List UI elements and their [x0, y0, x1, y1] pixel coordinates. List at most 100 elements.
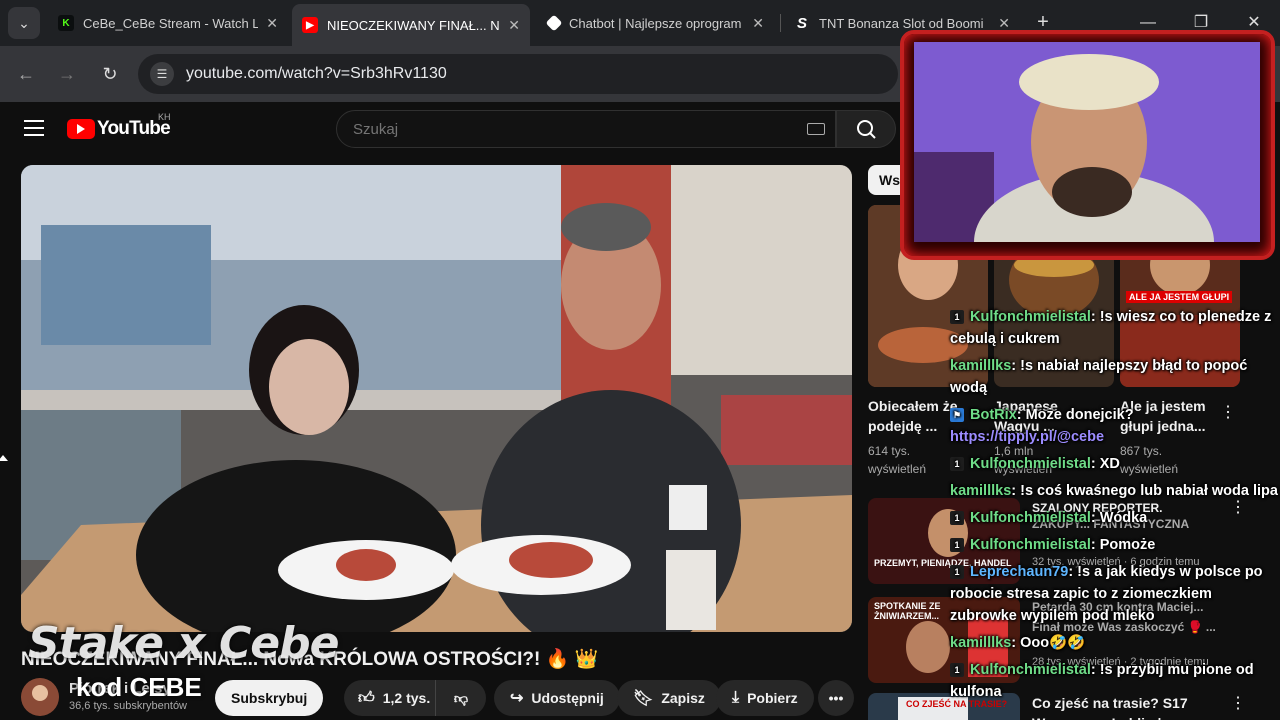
streamer-webcam-overlay: [900, 30, 1275, 260]
subscriber-badge-icon: 1: [950, 310, 964, 324]
forward-arrow-icon[interactable]: →: [54, 61, 80, 87]
video-player[interactable]: [21, 165, 852, 632]
thumbs-down-icon: 👎︎: [453, 689, 469, 706]
mouse-cursor: [0, 455, 8, 461]
short-views: 614 tys.: [868, 444, 911, 458]
chat-username[interactable]: BotRix: [970, 407, 1017, 423]
search-button[interactable]: [836, 110, 896, 148]
close-icon[interactable]: ✕: [752, 15, 764, 32]
tab-search-button[interactable]: ⌄: [8, 7, 40, 39]
close-icon[interactable]: ✕: [266, 15, 278, 32]
kick-icon: K: [58, 15, 74, 31]
share-button[interactable]: ↪ Udostępnij: [494, 680, 620, 716]
chat-username[interactable]: Leprechaun79: [970, 564, 1068, 580]
video-frame: [21, 165, 852, 632]
save-button[interactable]: 🔖︎ Zapisz: [617, 680, 721, 716]
chat-username[interactable]: kamilllks: [950, 635, 1011, 651]
more-horizontal-icon: •••: [828, 690, 844, 706]
webcam-video: [914, 42, 1260, 242]
chatbot-icon: [545, 14, 563, 32]
save-label: Zapisz: [661, 690, 705, 706]
chat-link[interactable]: https://tipply.pl/@cebe: [950, 429, 1104, 445]
subscriber-badge-icon: 1: [950, 565, 964, 579]
download-button[interactable]: ⤓ Pobierz: [716, 680, 814, 716]
stream-chat-overlay: 1 Kulfonchmielistal: !s wiesz co to plene…: [950, 306, 1280, 708]
chat-message: 1 Kulfonchmielistal: !s wiesz co to plene…: [950, 306, 1280, 350]
chevron-down-icon: ⌄: [18, 14, 30, 31]
tab-title: Chatbot | Najlepsze oprogram: [569, 15, 742, 31]
search-input[interactable]: [353, 120, 807, 138]
close-icon[interactable]: ✕: [998, 15, 1010, 32]
chat-message: 1 Kulfonchmielistal: !s przybij mu pione …: [950, 659, 1280, 703]
youtube-logo[interactable]: YouTube: [67, 118, 171, 140]
region-code: KH: [158, 112, 171, 122]
youtube-play-icon: [67, 119, 95, 139]
tab-kick-stream[interactable]: K CeBe_CeBe Stream - Watch L ✕: [48, 6, 288, 40]
like-count: 1,2 tys.: [382, 690, 431, 706]
bot-badge-icon: ⚑: [950, 408, 964, 422]
avatar-image: [21, 678, 59, 716]
back-arrow-icon[interactable]: ←: [13, 61, 39, 87]
chat-text: : !s coś kwaśnego lub nabiał woda lipa: [1011, 483, 1278, 499]
like-dislike-group: 👍︎ 1,2 tys. 👎︎: [344, 680, 486, 716]
more-actions-button[interactable]: •••: [818, 680, 854, 716]
screen: ⌄ K CeBe_CeBe Stream - Watch L ✕ ▶ NIEOC…: [0, 0, 1280, 720]
chat-username[interactable]: kamilllks: [950, 358, 1011, 374]
tab-title: CeBe_CeBe Stream - Watch L: [83, 15, 259, 31]
chat-username[interactable]: Kulfonchmielistal: [970, 662, 1091, 678]
chat-username[interactable]: Kulfonchmielistal: [970, 456, 1091, 472]
close-icon[interactable]: ✕: [508, 17, 520, 34]
tab-title: NIEOCZEKIWANY FINAŁ... Nowa: [327, 17, 500, 33]
download-label: Pobierz: [747, 690, 798, 706]
chat-message: 1 Kulfonchmielistal: XD: [950, 453, 1280, 475]
search-field[interactable]: [336, 110, 836, 148]
chat-message: ⚑ BotRix: Może donejcik? https://tipply.pl…: [950, 404, 1280, 448]
stake-s-icon: S: [796, 14, 807, 32]
subscribe-button[interactable]: Subskrybuj: [215, 680, 324, 716]
short-views-label: wyświetleń: [868, 462, 927, 476]
tab-chatbot[interactable]: Chatbot | Najlepsze oprogram ✕: [538, 6, 774, 40]
chat-message: 1 Leprechaun79: !s a jak kiedys w polsce …: [950, 561, 1280, 627]
reload-icon[interactable]: ↻: [97, 61, 123, 87]
chat-username[interactable]: Kulfonchmielistal: [970, 537, 1091, 553]
thumbs-up-icon: 👍︎: [358, 689, 375, 707]
address-bar[interactable]: ☰ youtube.com/watch?v=Srb3hRv1130: [138, 54, 898, 94]
menu-icon[interactable]: [24, 120, 44, 136]
tab-separator: [780, 14, 781, 32]
chat-message: 1 Kulfonchmielistal: Wódka: [950, 507, 1280, 529]
chat-username[interactable]: Kulfonchmielistal: [970, 309, 1091, 325]
search-icon: [857, 120, 876, 139]
tab-title: TNT Bonanza Slot od Boomi: [819, 15, 984, 31]
stake-watermark: Stake x Cebe: [28, 618, 339, 669]
tab-youtube-video[interactable]: ▶ NIEOCZEKIWANY FINAŁ... Nowa ✕: [292, 4, 530, 46]
chat-message: kamilllks: !s coś kwaśnego lub nabiał wo…: [950, 480, 1280, 502]
share-label: Udostępnij: [531, 690, 604, 706]
chat-username[interactable]: Kulfonchmielistal: [970, 510, 1091, 526]
chat-message: kamilllks: !s nabiał najlepszy błąd to p…: [950, 355, 1280, 399]
webcam-image: [914, 42, 1260, 242]
dislike-button[interactable]: 👎︎: [436, 680, 486, 716]
chat-message: kamilllks: Ooo🤣🤣: [950, 632, 1280, 654]
subscriber-badge-icon: 1: [950, 538, 964, 552]
chat-text: : XD: [1090, 456, 1120, 472]
promo-code-overlay: kod CEBE: [76, 672, 202, 702]
download-icon: ⤓: [732, 689, 740, 706]
subscriber-badge-icon: 1: [950, 511, 964, 525]
share-icon: ↪: [510, 690, 524, 707]
chat-username[interactable]: kamilllks: [950, 483, 1011, 499]
site-settings-icon[interactable]: ☰: [150, 62, 174, 86]
keyboard-icon[interactable]: [807, 123, 825, 135]
like-button[interactable]: 👍︎ 1,2 tys.: [344, 680, 436, 716]
thumbnail-caption: ALE JA JESTEM GŁUPI: [1126, 291, 1233, 303]
channel-avatar[interactable]: [21, 678, 59, 716]
chat-text: : Pomoże: [1090, 537, 1156, 553]
subscriber-badge-icon: 1: [950, 663, 964, 677]
youtube-icon: ▶: [302, 17, 318, 33]
subscriber-badge-icon: 1: [950, 457, 964, 471]
chat-text: : Może donejcik?: [1016, 407, 1134, 423]
chat-text: : Ooo🤣🤣: [1011, 635, 1086, 651]
chat-text: : Wódka: [1090, 510, 1148, 526]
url-text: youtube.com/watch?v=Srb3hRv1130: [186, 65, 447, 82]
chat-message: 1 Kulfonchmielistal: Pomoże: [950, 534, 1280, 556]
bookmark-icon: 🔖︎: [633, 690, 654, 707]
